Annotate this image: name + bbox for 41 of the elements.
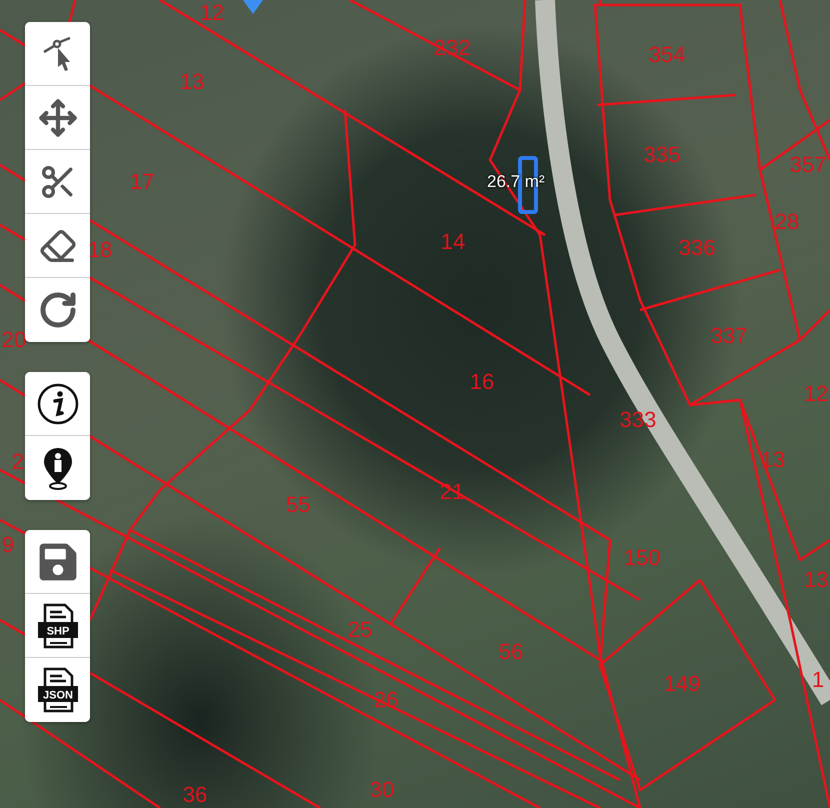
- parcel-number: 357: [790, 154, 826, 176]
- parcel-number: 2: [12, 451, 24, 473]
- parcel-number: 12: [804, 383, 828, 405]
- erase-button[interactable]: [25, 214, 90, 278]
- parcel-number: 17: [130, 171, 154, 193]
- parcel-number: 1: [812, 669, 824, 691]
- export-button[interactable]: SHP: [25, 594, 90, 658]
- parcel-number: 354: [648, 44, 686, 66]
- parcel-number: 337: [710, 325, 748, 347]
- parcel-number: 16: [470, 371, 494, 393]
- rotate-icon: [38, 290, 78, 330]
- move-icon: [38, 98, 78, 138]
- parcel-number: 336: [678, 237, 716, 259]
- location-marker-icon: [243, 0, 263, 14]
- export-button[interactable]: JSON: [25, 658, 90, 722]
- parcel-number: 25: [348, 619, 372, 641]
- parcel-number: 56: [498, 641, 524, 663]
- move-button[interactable]: [25, 86, 90, 150]
- info-icon: [36, 382, 80, 426]
- parcel-number: 335: [644, 144, 680, 166]
- parcel-number: 13: [804, 569, 828, 591]
- save-button[interactable]: [25, 530, 90, 594]
- parcel-number: 36: [182, 784, 208, 806]
- draw-tool-button[interactable]: [25, 22, 90, 86]
- parcel-number: 12: [200, 2, 224, 24]
- parcel-number: 9: [2, 534, 14, 556]
- cut-button[interactable]: [25, 150, 90, 214]
- location-pin-icon: [42, 446, 74, 490]
- parcel-number: 150: [624, 547, 660, 569]
- parcel-number: 14: [440, 231, 466, 253]
- parcel-number: 30: [370, 779, 394, 801]
- parcel-number: 28: [774, 211, 800, 233]
- parcel-number: 13: [180, 71, 204, 93]
- parcel-number: 13: [760, 449, 786, 471]
- info-button[interactable]: [25, 372, 90, 436]
- parcel-number: 20: [2, 329, 26, 351]
- rotate-button[interactable]: [25, 278, 90, 342]
- locate-button[interactable]: [25, 436, 90, 500]
- parcel-number: 18: [88, 239, 112, 261]
- parcel-number: 55: [286, 494, 310, 516]
- parcel-number: 149: [664, 673, 700, 695]
